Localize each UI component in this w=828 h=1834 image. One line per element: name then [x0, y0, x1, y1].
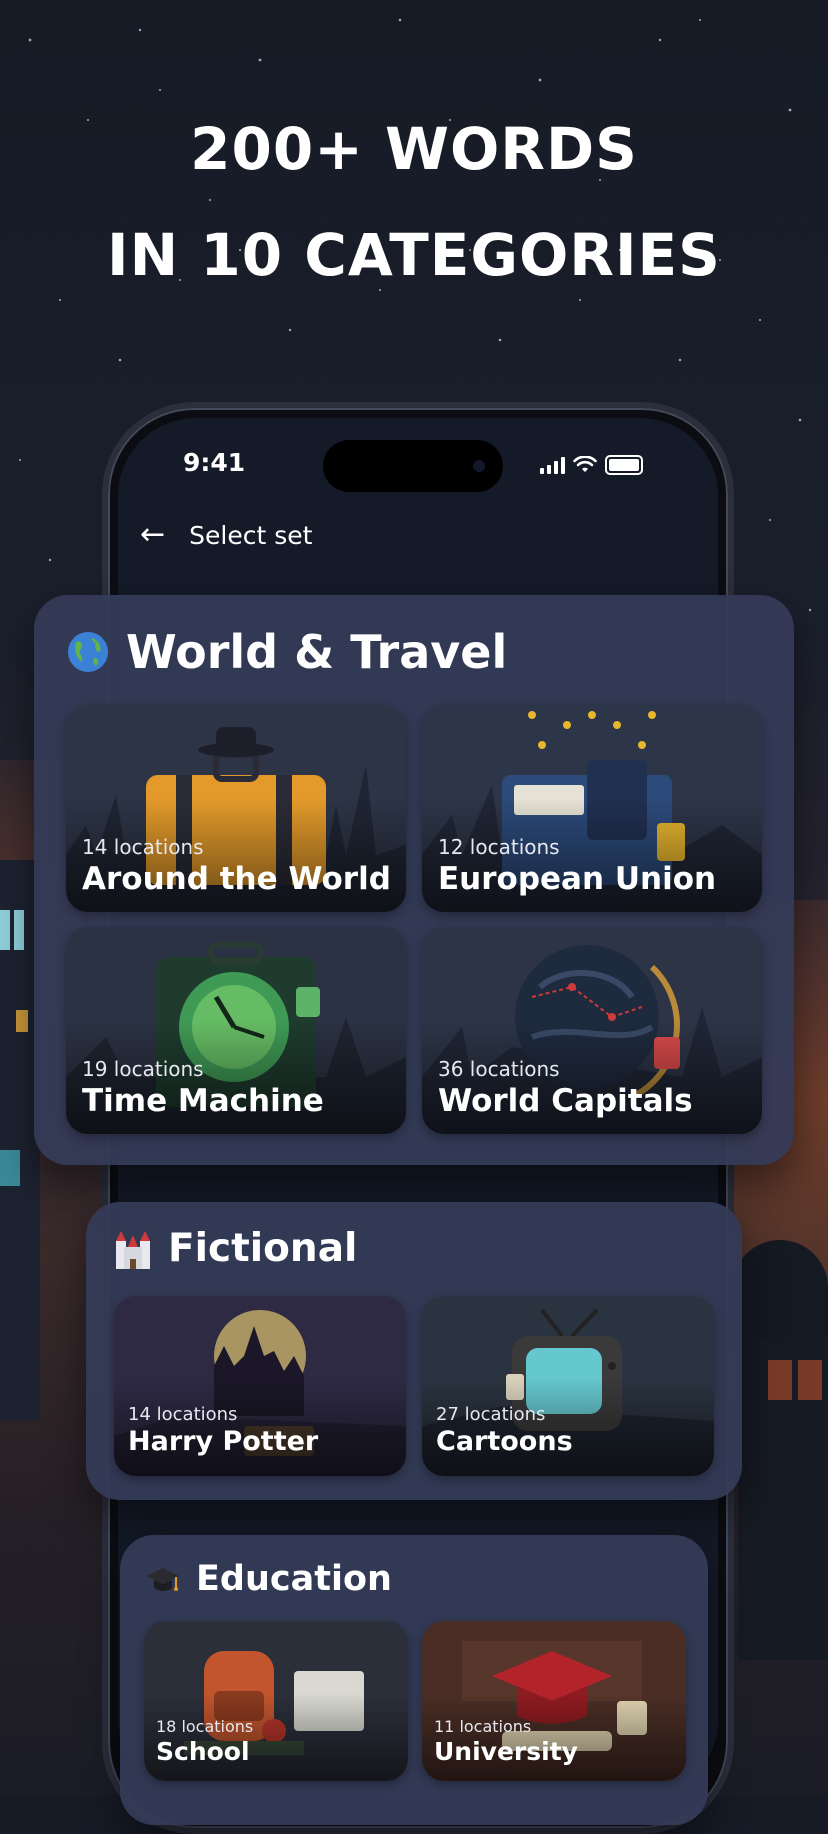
headline-line-1: 200+ WORDS [190, 115, 638, 183]
wifi-icon [573, 456, 597, 472]
nav-title: Select set [189, 520, 313, 550]
card-count: 14 locations [82, 835, 204, 859]
section-title-fictional: Fictional [114, 1226, 357, 1271]
battery-icon [605, 455, 643, 475]
card-count: 12 locations [438, 835, 560, 859]
card-name: Cartoons [436, 1426, 573, 1457]
card-count: 14 locations [128, 1404, 238, 1425]
graduation-cap-icon [147, 1568, 179, 1591]
signal-icon [540, 456, 565, 474]
set-card-around-the-world[interactable]: 14 locations Around the World [66, 705, 406, 912]
card-name: University [434, 1737, 578, 1766]
card-count: 27 locations [436, 1404, 546, 1425]
card-name: Time Machine [82, 1083, 324, 1119]
section-title-text: Education [196, 1559, 392, 1599]
category-panel-world-travel: World & Travel 14 locations Around the W… [34, 595, 794, 1165]
set-card-university[interactable]: 11 locations University [422, 1621, 686, 1781]
category-panel-education: Education 18 locations School 11 locatio… [120, 1535, 708, 1825]
card-count: 18 locations [156, 1717, 254, 1736]
building-silhouette-right [738, 1340, 828, 1660]
card-count: 36 locations [438, 1057, 560, 1081]
section-title-education: Education [146, 1559, 392, 1599]
card-name: Around the World [82, 861, 391, 897]
camera-icon [473, 460, 485, 472]
dynamic-island [323, 440, 503, 492]
promo-headline: 200+ WORDS IN 10 CATEGORIES [0, 96, 828, 308]
card-name: European Union [438, 861, 717, 897]
card-name: Harry Potter [128, 1426, 319, 1457]
status-bar-icons [540, 455, 643, 475]
section-title-text: World & Travel [126, 625, 508, 679]
set-card-cartoons[interactable]: 27 locations Cartoons [422, 1296, 714, 1476]
set-card-world-capitals[interactable]: 36 locations World Capitals [422, 927, 762, 1134]
castle-icon [116, 1230, 150, 1269]
card-name: World Capitals [438, 1083, 693, 1119]
globe-icon [68, 632, 108, 672]
category-panel-fictional: Fictional 14 locations Harry Potter 27 l… [86, 1202, 742, 1500]
card-name: School [156, 1737, 250, 1766]
card-count: 11 locations [434, 1717, 532, 1736]
status-bar-time: 9:41 [183, 448, 246, 477]
set-card-school[interactable]: 18 locations School [144, 1621, 408, 1781]
set-card-european-union[interactable]: 12 locations European Union [422, 705, 762, 912]
headline-line-2: IN 10 CATEGORIES [107, 221, 721, 289]
section-title-text: Fictional [168, 1226, 358, 1271]
set-card-harry-potter[interactable]: 14 locations Harry Potter [114, 1296, 406, 1476]
card-count: 19 locations [82, 1057, 204, 1081]
set-card-time-machine[interactable]: 19 locations Time Machine [66, 927, 406, 1134]
water-tower-silhouette [732, 1240, 828, 1350]
section-title-world-travel: World & Travel [66, 625, 507, 679]
back-arrow-icon[interactable]: ← [140, 520, 165, 550]
nav-bar: ← Select set [140, 520, 312, 550]
